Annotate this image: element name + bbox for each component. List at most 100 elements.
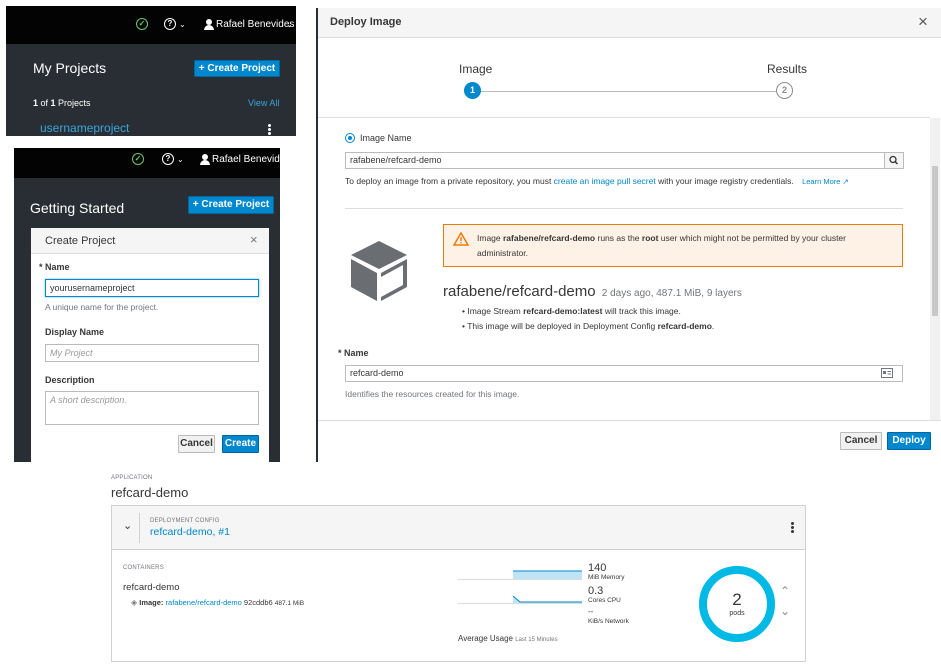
user-icon (200, 154, 210, 165)
pull-secret-link[interactable]: create an image pull secret (554, 176, 656, 186)
step-1-circle[interactable]: 1 (464, 82, 481, 99)
wizard-progress-line (473, 91, 778, 92)
deployment-config-link[interactable]: refcard-demo, #1 (150, 526, 230, 538)
deploy-button[interactable]: Deploy (887, 432, 931, 450)
scale-down-icon[interactable]: ⌄ (780, 604, 790, 618)
help-icon[interactable]: ? (162, 153, 174, 165)
user-menu[interactable]: Rafael Benevides (216, 19, 294, 30)
modal-header: Deploy Image × (318, 8, 941, 38)
divider (345, 208, 903, 209)
divider (318, 117, 930, 118)
root-user-warning: Image rafabene/refcard-demo runs as the … (443, 224, 903, 267)
help-icon[interactable]: ? (164, 18, 176, 30)
create-project-button[interactable]: + Create Project (194, 60, 280, 77)
image-name-input[interactable]: rafabene/refcard-demo (345, 152, 885, 169)
create-button[interactable]: Create (222, 435, 259, 453)
user-icon (204, 19, 214, 30)
network-value: -- (588, 607, 594, 616)
chevron-down-icon[interactable]: ⌄ (123, 519, 132, 532)
modal-title: Create Project (45, 235, 116, 247)
pods-label: pods (729, 610, 745, 617)
deployment-card: ⌄ Deployment Config refcard-demo, #1 Con… (111, 505, 806, 662)
image-name-radio[interactable] (345, 133, 355, 143)
deployment-config-caption: Deployment Config (150, 518, 220, 524)
private-repo-help: To deploy an image from a private reposi… (345, 176, 849, 186)
divider (139, 513, 140, 543)
memory-sparkline (458, 570, 582, 580)
project-link[interactable]: usernameproject (40, 121, 129, 135)
learn-more-link[interactable]: Learn More ↗ (802, 177, 849, 186)
application-overview: Application refcard-demo ⌄ Deployment Co… (111, 470, 808, 665)
average-usage: Average Usage Last 15 Minutes (458, 634, 558, 643)
chevron-down-icon[interactable]: ⌄ (177, 155, 184, 164)
description-textarea[interactable]: A short description. (45, 391, 259, 425)
pods-count: 2 (732, 590, 742, 609)
status-check-icon[interactable]: ✓ (136, 18, 148, 30)
image-name-radio-label: Image Name (360, 133, 412, 143)
id-card-icon[interactable] (881, 368, 893, 378)
warning-triangle-icon (453, 232, 469, 246)
name-help: Identifies the resources created for thi… (345, 389, 520, 399)
page-title: Getting Started (30, 200, 125, 216)
footer-divider (318, 420, 941, 421)
bullet-image-stream: • Image Stream refcard-demo:latest will … (462, 306, 681, 316)
display-name-input[interactable]: My Project (45, 344, 259, 362)
image-title: rafabene/refcard-demo 2 days ago, 487.1 … (443, 283, 742, 300)
scale-up-icon[interactable]: ⌃ (780, 584, 790, 598)
memory-value: 140 (588, 562, 607, 574)
image-cube-icon (351, 241, 407, 301)
name-label: * Name (338, 348, 369, 358)
search-icon (889, 155, 899, 165)
warning-line-2: administrator. (477, 248, 529, 258)
name-input[interactable]: refcard-demo (345, 365, 903, 382)
container-name: refcard-demo (123, 582, 180, 593)
layers-icon: ◈ (131, 598, 138, 607)
containers-caption: Containers (123, 565, 164, 571)
getting-started-panel: ✓ ? ⌄ Rafael Benevides Getting Started +… (14, 148, 280, 462)
masthead: ✓ ? ⌄ Rafael Benevides (14, 148, 280, 178)
close-icon[interactable]: × (250, 232, 258, 247)
bullet-deployment-config: • This image will be deployed in Deploym… (462, 321, 715, 331)
masthead: ✓ ? ⌄ Rafael Benevides ⌄ (6, 6, 296, 44)
name-help: A unique name for the project. (45, 302, 159, 312)
chevron-down-icon[interactable]: ⌄ (179, 20, 186, 29)
scrollbar-thumb[interactable] (932, 166, 938, 316)
status-check-icon[interactable]: ✓ (132, 153, 144, 165)
step-label-image[interactable]: Image (459, 62, 492, 76)
description-label: Description (45, 375, 95, 385)
plus-icon: + (192, 199, 199, 210)
kebab-menu-icon[interactable] (268, 124, 271, 135)
name-input[interactable]: yourusernameproject (45, 279, 259, 297)
memory-unit: MiB Memory (588, 574, 625, 581)
cpu-sparkline (458, 595, 582, 604)
plus-icon: + (198, 63, 205, 74)
cancel-button[interactable]: Cancel (840, 432, 882, 450)
user-menu[interactable]: Rafael Benevides (212, 154, 280, 165)
cpu-unit: Cores CPU (588, 597, 621, 604)
step-label-results[interactable]: Results (767, 62, 807, 76)
page-title: My Projects (33, 60, 107, 76)
container-image: ◈ Image: rafabene/refcard-demo 92cddb6 4… (131, 598, 305, 607)
external-link-icon: ↗ (842, 177, 849, 186)
my-projects-panel: ✓ ? ⌄ Rafael Benevides ⌄ My Projects + C… (6, 6, 296, 136)
name-label: * Name (39, 262, 70, 272)
step-2-circle[interactable]: 2 (776, 82, 793, 99)
display-name-label: Display Name (45, 327, 105, 337)
warning-line-1: Image rafabene/refcard-demo runs as the … (477, 233, 846, 243)
modal-header: Create Project × (31, 228, 269, 254)
cancel-button[interactable]: Cancel (178, 435, 215, 453)
cpu-value: 0.3 (588, 585, 604, 597)
project-count: 1 of 1 Projects (33, 98, 91, 108)
create-project-button[interactable]: + Create Project (188, 196, 274, 214)
application-name: refcard-demo (111, 485, 189, 500)
modal-title: Deploy Image (330, 16, 402, 28)
deployment-card-header: ⌄ Deployment Config refcard-demo, #1 (112, 506, 805, 550)
deploy-image-modal: Deploy Image × Image Results 1 2 Image N… (316, 8, 941, 462)
image-link[interactable]: rafabene/refcard-demo (166, 598, 242, 607)
kebab-menu-icon[interactable] (791, 522, 794, 533)
view-all-link[interactable]: View All (248, 98, 279, 108)
close-icon[interactable]: × (918, 12, 928, 32)
chevron-down-icon[interactable]: ⌄ (286, 20, 293, 29)
search-button[interactable] (884, 152, 904, 169)
network-unit: KiB/s Network (588, 618, 629, 625)
